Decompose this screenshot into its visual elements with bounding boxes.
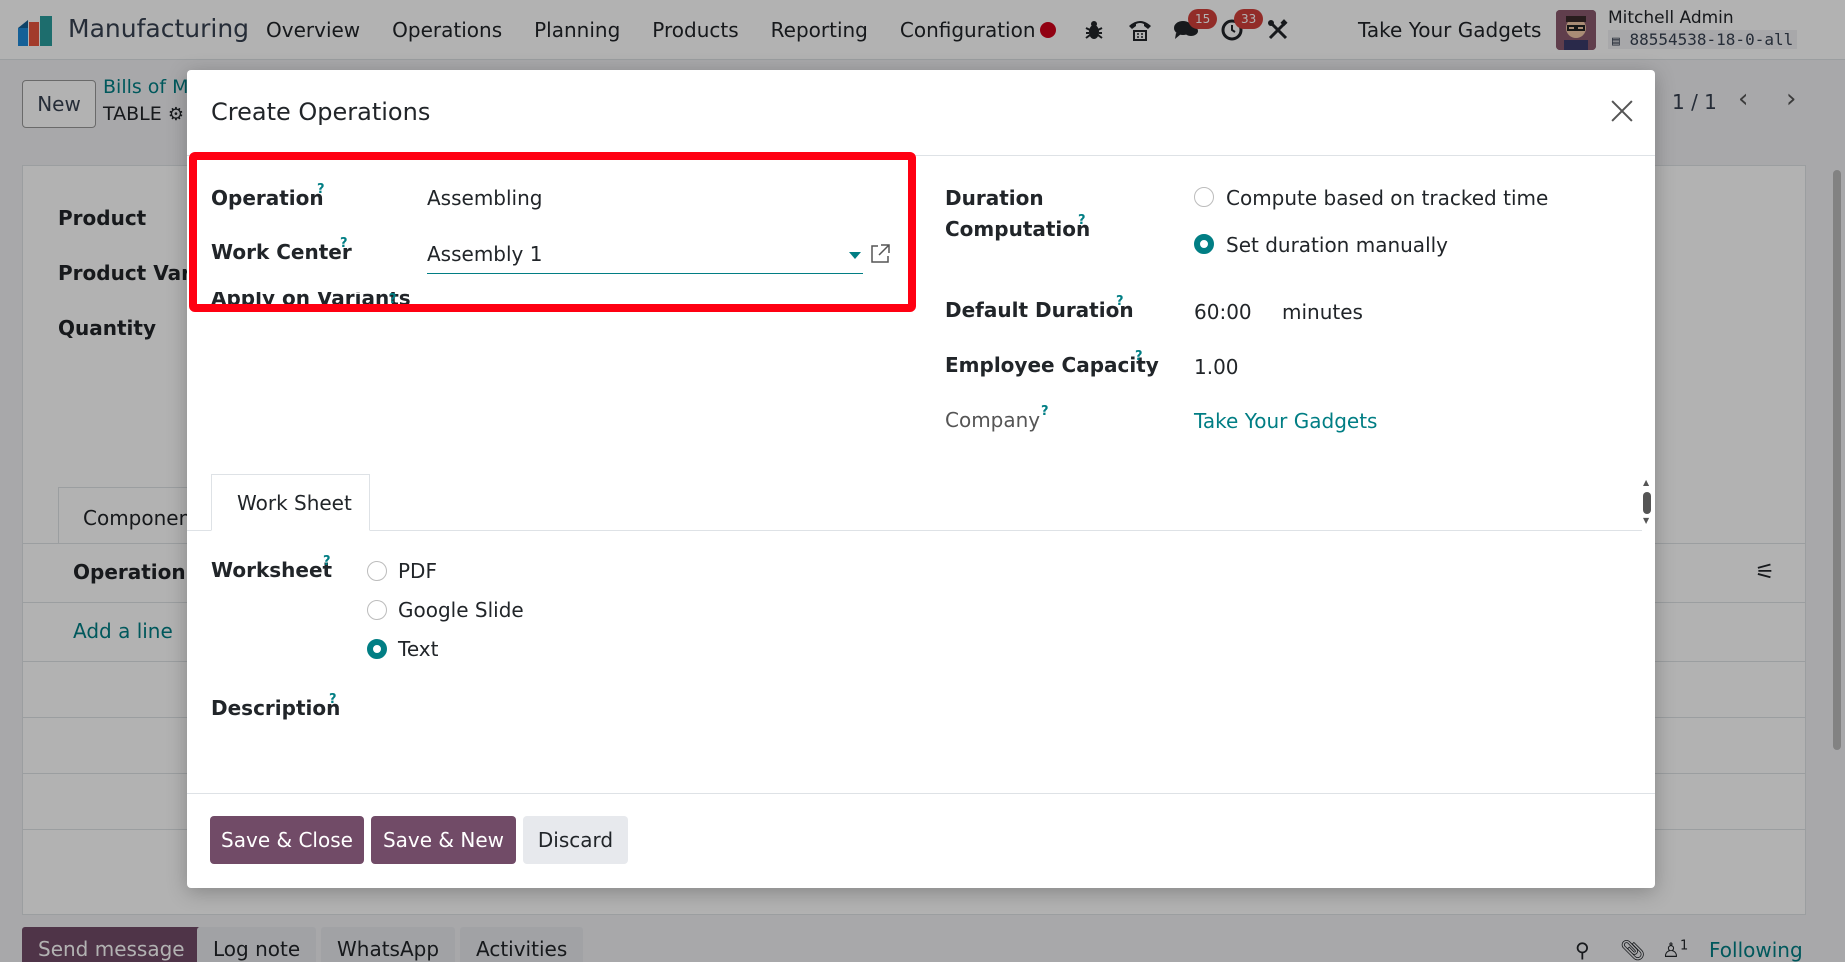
description-label: Description — [211, 696, 341, 720]
duration-computation-label-line2: Computation — [945, 217, 1091, 241]
company-link[interactable]: Take Your Gadgets — [1194, 409, 1377, 433]
employee-capacity-field[interactable]: 1.00 — [1194, 355, 1239, 379]
description-help-icon[interactable]: ? — [329, 692, 337, 707]
default-duration-help-icon[interactable]: ? — [1116, 294, 1124, 309]
save-close-button[interactable]: Save & Close — [210, 816, 364, 864]
default-duration-field[interactable]: 60:00 — [1194, 300, 1252, 324]
radio-set-manually[interactable] — [1194, 234, 1214, 254]
worksheet-help-icon[interactable]: ? — [323, 554, 331, 569]
discard-button[interactable]: Discard — [523, 816, 628, 864]
default-duration-label: Default Duration — [945, 298, 1134, 322]
company-help-icon[interactable]: ? — [1041, 404, 1049, 419]
tab-work-sheet[interactable]: Work Sheet — [211, 474, 370, 531]
highlight-box — [189, 152, 916, 312]
radio-google-slide[interactable] — [367, 600, 387, 620]
employee-capacity-label: Employee Capacity — [945, 353, 1159, 377]
dialog-scrollbar[interactable]: ▲ ▼ — [1643, 478, 1651, 525]
scroll-thumb[interactable] — [1643, 492, 1651, 514]
google-slide-label[interactable]: Google Slide — [398, 598, 524, 622]
scroll-up-icon[interactable]: ▲ — [1643, 478, 1649, 487]
duration-help-icon[interactable]: ? — [1078, 213, 1086, 228]
pdf-label[interactable]: PDF — [398, 559, 437, 583]
duration-computation-label-line1: Duration — [945, 186, 1044, 210]
save-new-button[interactable]: Save & New — [371, 816, 516, 864]
radio-text[interactable] — [367, 639, 387, 659]
dialog-title: Create Operations — [211, 98, 431, 126]
text-label[interactable]: Text — [398, 637, 438, 661]
close-icon[interactable] — [1607, 96, 1637, 126]
company-label: Company — [945, 408, 1041, 432]
default-duration-unit: minutes — [1282, 300, 1363, 324]
set-manually-label[interactable]: Set duration manually — [1226, 233, 1448, 257]
employee-capacity-help-icon[interactable]: ? — [1135, 349, 1143, 364]
radio-compute-tracked-time[interactable] — [1194, 187, 1214, 207]
create-operations-dialog: Create Operations Operation ? Assembling… — [187, 70, 1655, 888]
tab-bar-divider — [187, 530, 1642, 531]
radio-pdf[interactable] — [367, 561, 387, 581]
dialog-footer-divider — [187, 793, 1655, 794]
compute-tracked-time-label[interactable]: Compute based on tracked time — [1226, 186, 1548, 210]
dialog-header: Create Operations — [187, 70, 1655, 156]
worksheet-label: Worksheet — [211, 558, 333, 582]
scroll-down-icon[interactable]: ▼ — [1643, 516, 1649, 525]
